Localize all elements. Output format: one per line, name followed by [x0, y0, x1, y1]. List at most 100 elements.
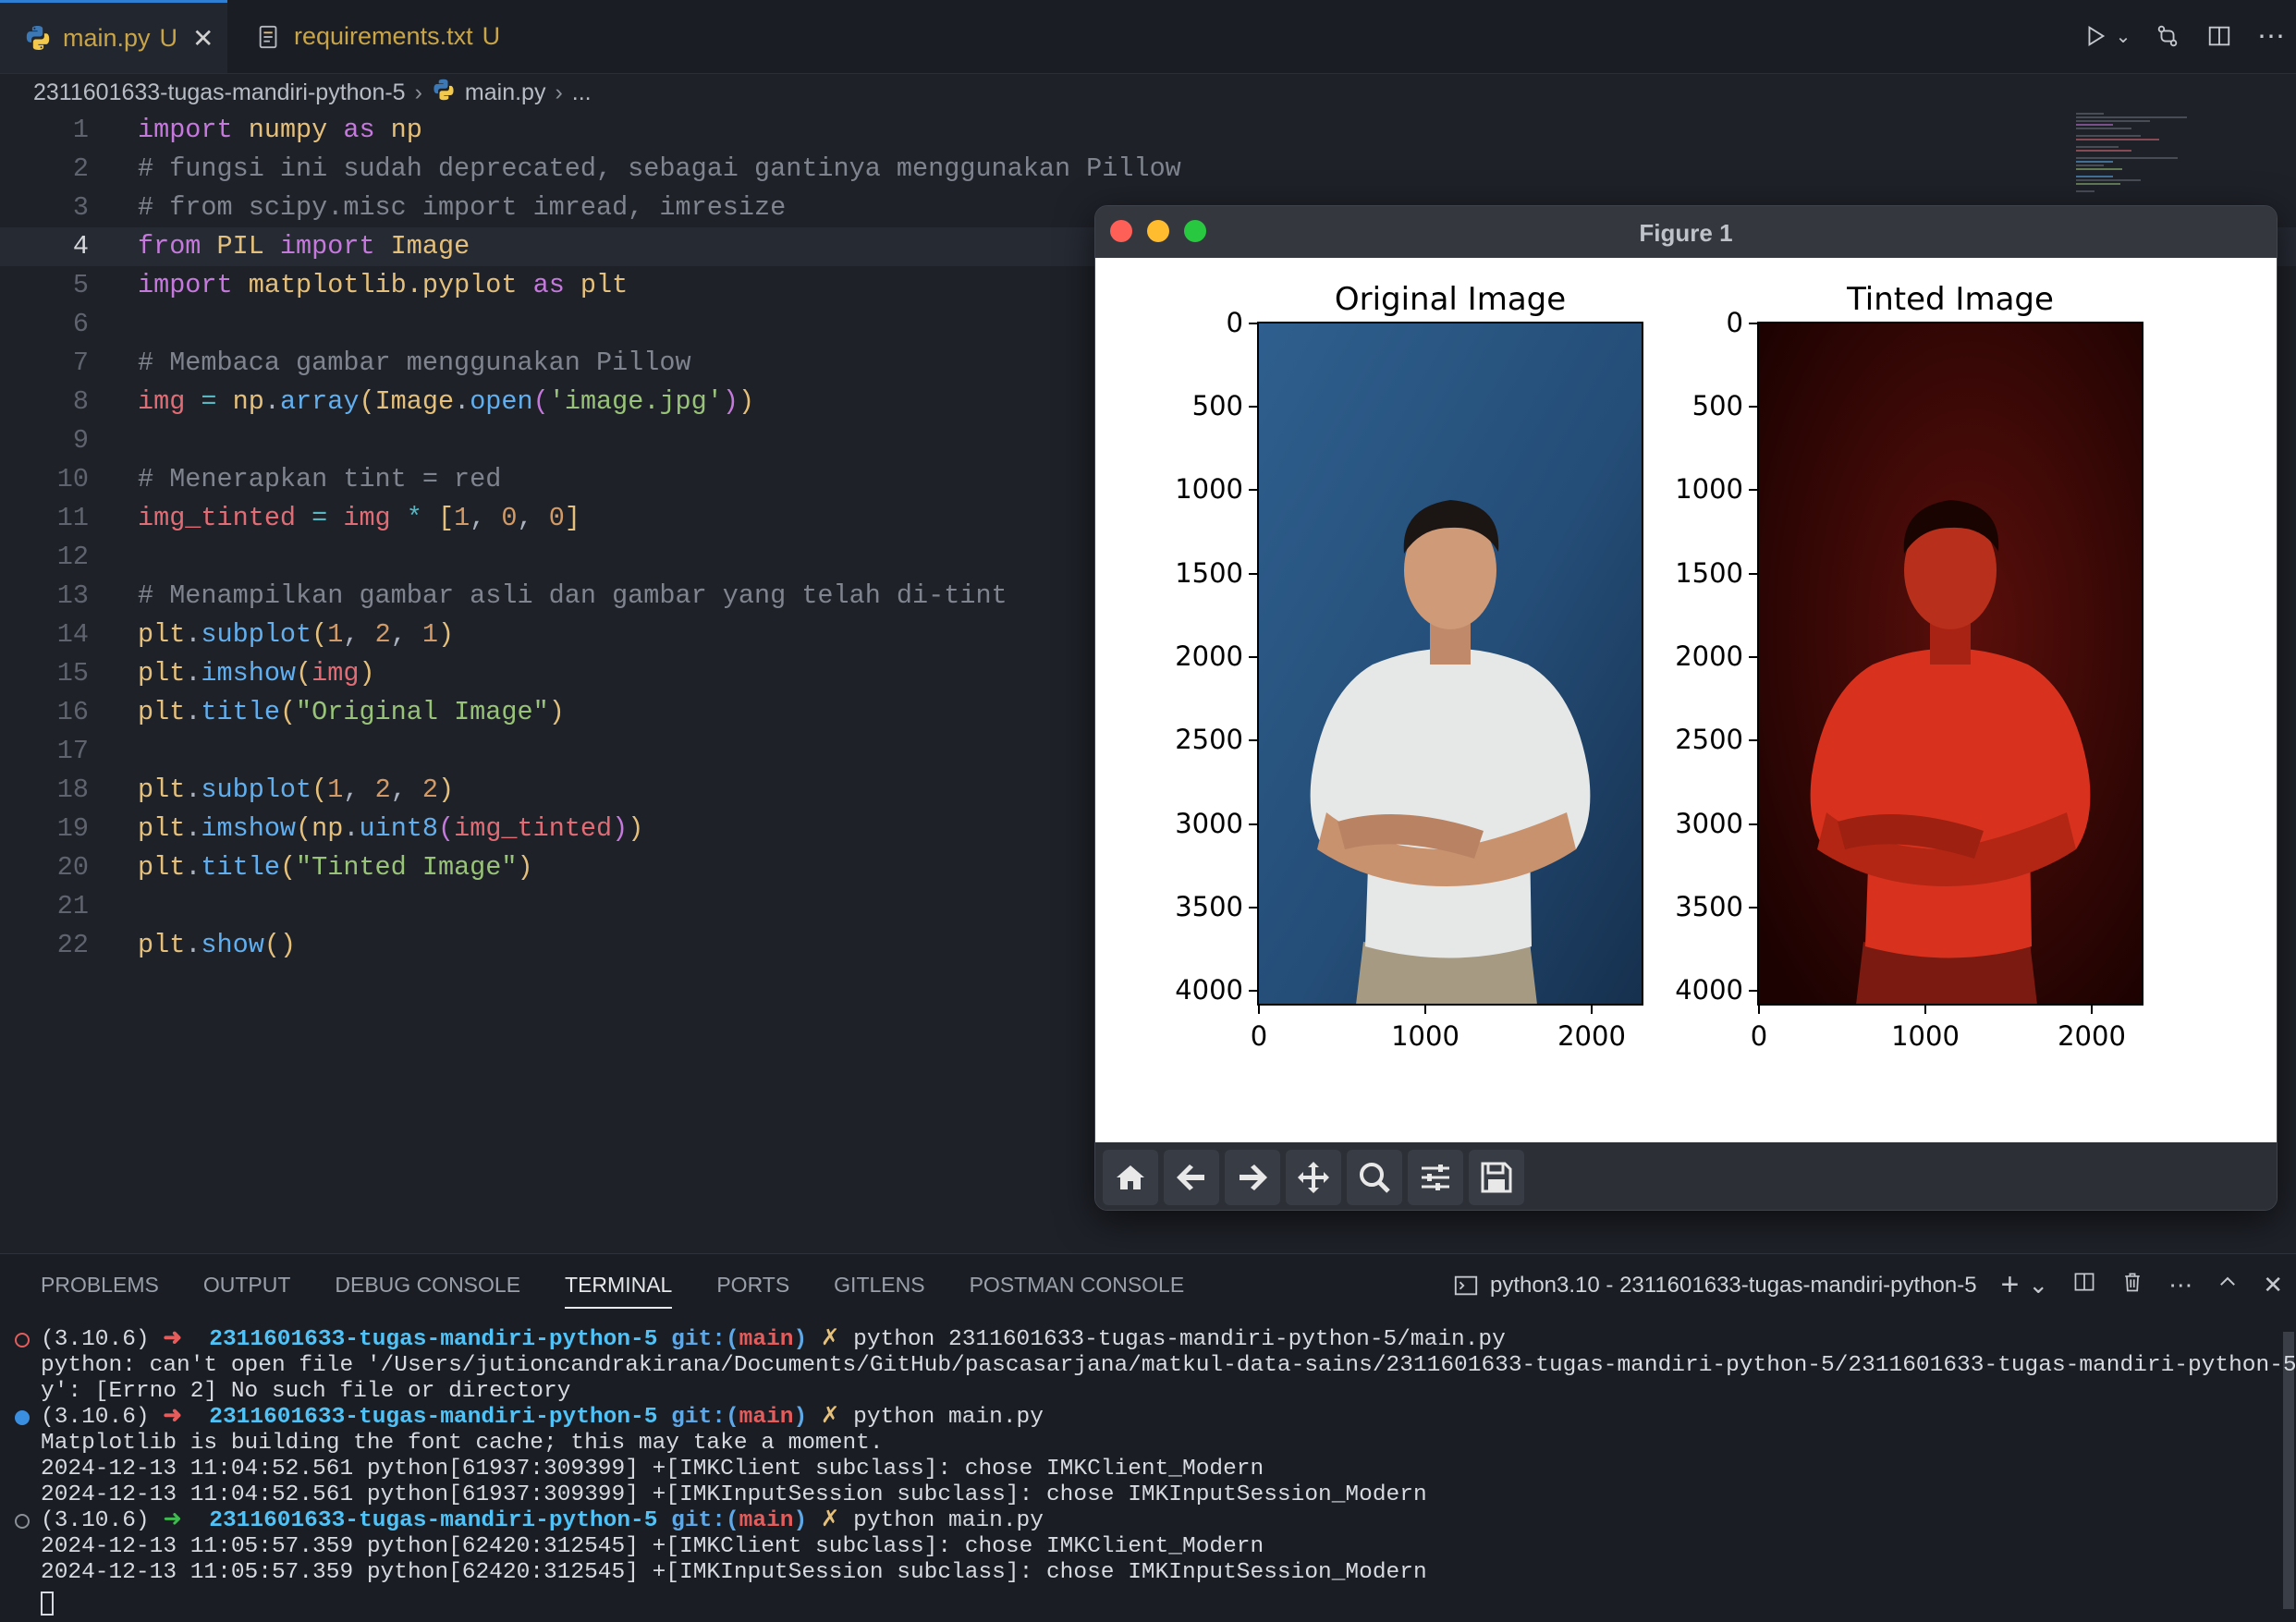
code-token: plt [138, 852, 186, 883]
chevron-down-icon[interactable]: ⌄ [2028, 1271, 2048, 1299]
code-token: title [201, 852, 280, 883]
terminal-line: python: can't open file '/Users/jutionca… [41, 1353, 2296, 1379]
code-text: from PIL import Image [138, 227, 470, 266]
tab-main-py[interactable]: main.py U ✕ [0, 0, 227, 73]
pan-button[interactable] [1286, 1150, 1341, 1205]
y-tick-label: 1500 [1675, 557, 1743, 589]
code-token: img [138, 386, 186, 417]
close-icon[interactable]: ✕ [192, 23, 214, 54]
y-tick-label: 1000 [1175, 473, 1243, 505]
line-number: 5 [72, 270, 89, 300]
line-number: 19 [56, 813, 89, 844]
code-token: ) [548, 697, 565, 727]
code-token: from [138, 231, 217, 262]
tab-requirements-txt[interactable]: requirements.txt U [231, 0, 545, 73]
run-icon[interactable] [2080, 20, 2111, 52]
figure-canvas[interactable]: Original Image 0 500 1000 1500 2000 2500… [1095, 258, 2277, 1142]
compare-icon[interactable] [2152, 20, 2183, 52]
tab-terminal[interactable]: TERMINAL [565, 1273, 673, 1309]
close-panel-icon[interactable]: ✕ [2263, 1271, 2283, 1299]
code-token: . [343, 813, 360, 844]
minimap[interactable] [2074, 111, 2204, 194]
error-marker-icon[interactable] [15, 1333, 30, 1348]
line-number: 4 [72, 231, 89, 262]
code-token: show [201, 930, 264, 960]
line-number: 21 [56, 891, 89, 921]
breadcrumb-symbols[interactable]: ... [572, 79, 592, 106]
y-tick-label: 3500 [1675, 891, 1743, 922]
code-line[interactable]: 1 import numpy as np [0, 111, 2296, 150]
tab-ports[interactable]: PORTS [716, 1273, 789, 1309]
terminal-text: main [739, 1327, 794, 1352]
home-button[interactable] [1103, 1150, 1158, 1205]
code-token: 0 [501, 503, 518, 533]
idle-marker-icon[interactable] [15, 1514, 30, 1529]
window-title: Figure 1 [1639, 219, 1733, 247]
terminal-cursor [41, 1592, 54, 1616]
code-token: . [185, 774, 202, 805]
more-icon[interactable]: ⋯ [2168, 1271, 2192, 1299]
git-status-badge: U [482, 22, 501, 50]
breadcrumb-file[interactable]: main.py [465, 79, 546, 106]
tab-postman-console[interactable]: POSTMAN CONSOLE [970, 1273, 1185, 1309]
terminal-selector[interactable]: python3.10 - 2311601633-tugas-mandiri-py… [1453, 1273, 1977, 1299]
terminal-icon [1454, 1275, 1478, 1295]
pan-icon [1298, 1162, 1329, 1193]
window-titlebar[interactable]: Figure 1 [1095, 206, 2277, 258]
code-token: ) [438, 774, 455, 805]
code-token: 2 [374, 619, 391, 650]
code-text: plt.title("Tinted Image") [138, 848, 533, 887]
zoom-button[interactable] [1347, 1150, 1402, 1205]
split-editor-icon[interactable] [2204, 20, 2235, 52]
code-token: subplot [201, 619, 312, 650]
code-token: img_tinted [138, 503, 297, 533]
code-token: imshow [201, 658, 297, 689]
forward-button[interactable] [1225, 1150, 1280, 1205]
code-text: # Menampilkan gambar asli dan gambar yan… [138, 577, 1008, 616]
terminal-text: (3.10.6) [41, 1405, 164, 1430]
code-token: , [470, 503, 502, 533]
more-icon[interactable]: ⋯ [2255, 20, 2287, 52]
new-terminal-icon[interactable]: + [2001, 1267, 2020, 1303]
code-token: ) [517, 852, 533, 883]
code-token: 2 [374, 774, 391, 805]
trash-icon[interactable] [2120, 1270, 2144, 1300]
code-token: ( [311, 619, 328, 650]
code-token: subplot [201, 774, 312, 805]
tab-debug-console[interactable]: DEBUG CONSOLE [335, 1273, 520, 1309]
code-token: ( [359, 386, 375, 417]
chevron-down-icon[interactable]: ⌄ [2115, 20, 2131, 52]
tab-output[interactable]: OUTPUT [203, 1273, 291, 1309]
line-number: 11 [56, 503, 89, 533]
tab-label: main.py [63, 23, 151, 52]
code-token: as [327, 115, 391, 145]
tab-problems[interactable]: PROBLEMS [41, 1273, 159, 1309]
breadcrumb: 2311601633-tugas-mandiri-python-5 › main… [33, 76, 592, 109]
code-token: 1 [421, 619, 439, 650]
breadcrumb-folder[interactable]: 2311601633-tugas-mandiri-python-5 [33, 79, 406, 106]
configure-subplots-button[interactable] [1408, 1150, 1463, 1205]
matplotlib-figure-window[interactable]: Figure 1 Original Image 0 500 1000 1500 … [1094, 205, 2278, 1211]
code-token: ( [279, 697, 297, 727]
code-text: # from scipy.misc import imread, imresiz… [138, 189, 786, 227]
back-button[interactable] [1164, 1150, 1219, 1205]
command-marker-icon[interactable] [15, 1410, 30, 1425]
code-line[interactable]: 2 # fungsi ini sudah deprecated, sebagai … [0, 150, 2296, 189]
terminal-line: (3.10.6) ➜ 2311601633-tugas-mandiri-pyth… [41, 1327, 1506, 1353]
tab-gitlens[interactable]: GITLENS [834, 1273, 924, 1309]
maximize-panel-icon[interactable] [2217, 1271, 2239, 1299]
code-token: . [185, 619, 202, 650]
y-tick-label: 3000 [1175, 808, 1243, 839]
terminal-text: python main.py [853, 1405, 1044, 1430]
terminal-line: 2024-12-13 11:04:52.561 python[61937:309… [41, 1457, 1264, 1482]
code-token: # Menampilkan gambar asli dan gambar yan… [138, 580, 1008, 611]
code-token: numpy [248, 115, 328, 145]
save-button[interactable] [1469, 1150, 1524, 1205]
chevron-right-icon: › [414, 79, 422, 105]
terminal-text: (3.10.6) [41, 1508, 164, 1533]
y-axis: 0 500 1000 1500 2000 2500 3000 3500 4000 [1675, 307, 1743, 1006]
split-terminal-icon[interactable] [2072, 1270, 2096, 1300]
x-tick-label: 1000 [1391, 1020, 1459, 1052]
code-token: () [263, 930, 297, 960]
line-number: 1 [72, 115, 89, 145]
